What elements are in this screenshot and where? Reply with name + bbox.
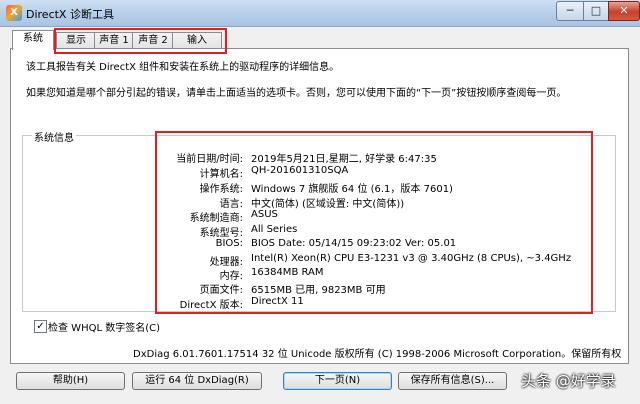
close-button[interactable]: ✕ [608, 1, 640, 21]
help-button[interactable]: 帮助(H) [16, 372, 125, 390]
description-line-2: 如果您知道是哪个部分引起的错误，请单击上面适当的选项卡。否则，您可以使用下面的“… [26, 88, 567, 99]
directx-app-icon: X [6, 5, 22, 21]
tabs-highlight-box [54, 28, 227, 54]
window-title: DirectX 诊断工具 [26, 8, 114, 21]
whql-checkbox-label[interactable]: 检查 WHQL 数字签名(C) [48, 319, 160, 334]
system-info-highlight-box [155, 131, 593, 314]
save-all-info-button[interactable]: 保存所有信息(S)... [398, 372, 507, 390]
description-line-1: 该工具报告有关 DirectX 组件和安装在系统上的驱动程序的详细信息。 [26, 62, 340, 73]
copyright-text: DxDiag 6.01.7601.17514 32 位 Unicode 版权所有… [133, 349, 622, 360]
watermark-text: 头条 @好学录 [521, 372, 616, 390]
maximize-button[interactable]: □ [583, 1, 609, 21]
tab-system[interactable]: 系统 [12, 30, 54, 50]
next-page-button[interactable]: 下一页(N) [283, 372, 392, 390]
run-64bit-dxdiag-button[interactable]: 运行 64 位 DxDiag(R) [132, 372, 262, 390]
system-info-group-label: 系统信息 [32, 129, 76, 144]
whql-checkbox[interactable]: ✓ [34, 320, 47, 333]
title-bar: X DirectX 诊断工具 ─ □ ✕ [0, 0, 640, 27]
minimize-button[interactable]: ─ [556, 1, 584, 21]
